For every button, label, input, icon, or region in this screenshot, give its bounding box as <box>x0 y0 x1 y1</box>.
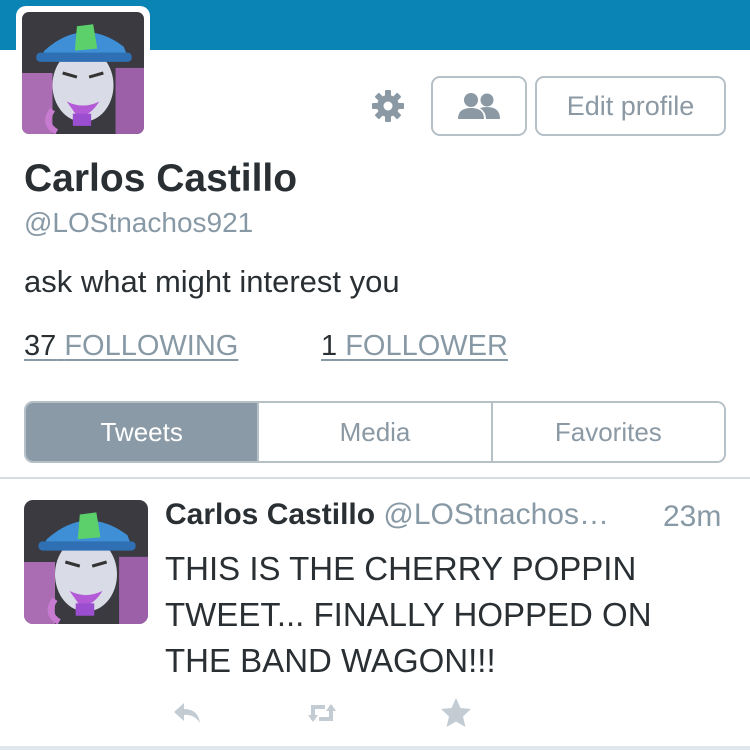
follow-people-button[interactable] <box>431 76 527 136</box>
retweet-icon[interactable] <box>305 696 339 730</box>
tab-media[interactable]: Media <box>257 403 491 461</box>
profile-avatar[interactable] <box>16 6 150 140</box>
tweet-author-handle[interactable]: @LOStnachos… <box>383 498 609 531</box>
profile-handle: @LOStnachos921 <box>24 207 254 238</box>
following-count: 37 <box>24 330 57 362</box>
following-link[interactable]: 37 FOLLOWING <box>24 330 238 363</box>
followers-link[interactable]: 1 FOLLOWER <box>321 330 508 363</box>
followers-label: FOLLOWER <box>345 330 508 362</box>
favorite-star-icon[interactable] <box>439 696 473 730</box>
avatar-image <box>22 12 144 134</box>
tweet-author-name[interactable]: Carlos Castillo <box>165 498 375 531</box>
reply-icon[interactable] <box>170 696 204 730</box>
edit-profile-button[interactable]: Edit profile <box>535 76 726 136</box>
profile-name: Carlos Castillo <box>24 157 298 200</box>
settings-gear-icon[interactable] <box>370 88 406 124</box>
people-icon <box>458 93 500 119</box>
tweet-header: Carlos Castillo @LOStnachos… <box>165 498 609 532</box>
tab-favorites[interactable]: Favorites <box>490 403 724 461</box>
tweet-text: THIS IS THE CHERRY POPPIN TWEET... FINAL… <box>165 550 652 679</box>
profile-bio: ask what might interest you <box>24 264 400 299</box>
following-label: FOLLOWING <box>64 330 239 362</box>
tweet-avatar[interactable] <box>24 500 148 624</box>
tab-tweets[interactable]: Tweets <box>26 403 258 461</box>
profile-tabs: Tweets Media Favorites <box>24 401 726 463</box>
bottom-border <box>0 746 750 750</box>
followers-count: 1 <box>321 330 338 362</box>
tweet-timestamp: 23m <box>663 500 722 533</box>
avatar-image <box>24 500 148 624</box>
section-divider <box>0 477 750 479</box>
